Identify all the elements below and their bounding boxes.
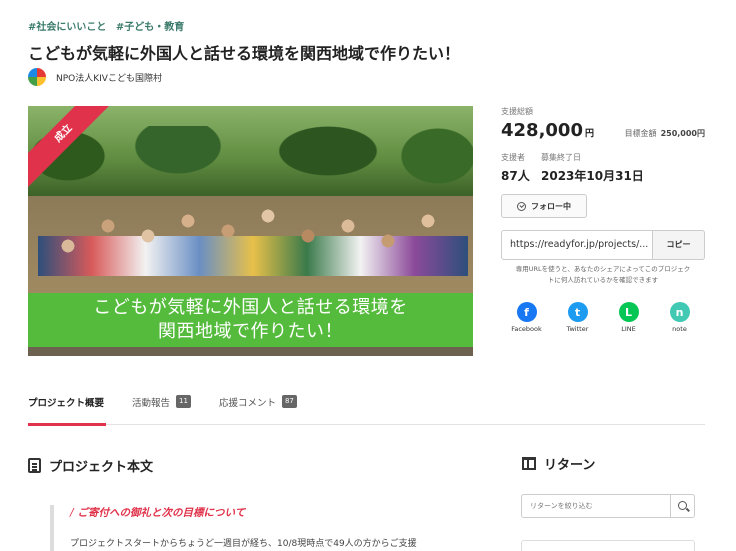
tab-activity-reports[interactable]: 活動報告 11 <box>132 395 191 424</box>
tab-support-comments[interactable]: 応援コメント 87 <box>219 395 297 424</box>
quote-bar-icon: / <box>70 507 74 519</box>
facebook-icon: f <box>516 302 537 322</box>
body-quote: / ご寄付への御礼と次の目標について プロジェクトスタートからちょうど一週目が経ち… <box>50 505 460 551</box>
share-url-row: https://readyfor.jp/projects/... コピー <box>501 230 705 260</box>
follow-button[interactable]: フォロー中 <box>501 194 587 218</box>
project-body-title: プロジェクト本文 <box>49 460 154 475</box>
check-circle-icon <box>517 201 526 211</box>
social-share-buttons: f Facebook t Twitter L LINE n note <box>501 302 705 333</box>
tab-overview[interactable]: プロジェクト概要 <box>28 395 107 426</box>
gift-icon <box>522 457 536 470</box>
deadline-label: 募集終了日 <box>541 153 581 162</box>
note-label: note <box>672 325 687 333</box>
return-card[interactable] <box>521 540 695 551</box>
share-url-field[interactable]: https://readyfor.jp/projects/... <box>501 230 653 260</box>
project-body-heading: プロジェクト本文 <box>28 456 153 475</box>
currency-unit: 円 <box>584 129 594 139</box>
facebook-label: Facebook <box>511 325 542 333</box>
total-label: 支援総額 <box>501 107 533 116</box>
project-sidebar: 支援総額 428,000 円 目標金額 250,000円 支援者 87人 募集終了日… <box>501 106 705 333</box>
project-tabs: プロジェクト概要 活動報告 11 応援コメント 87 <box>28 395 705 426</box>
note-icon: n <box>669 302 690 322</box>
returns-title: リターン <box>544 458 596 473</box>
activity-reports-count: 11 <box>176 395 191 408</box>
facebook-share-button[interactable]: f Facebook <box>507 302 547 333</box>
quote-heading: / ご寄付への御礼と次の目標について <box>70 505 460 520</box>
twitter-share-button[interactable]: t Twitter <box>558 302 598 333</box>
tab-support-comments-label: 応援コメント <box>218 398 276 409</box>
copy-button[interactable]: コピー <box>653 230 705 260</box>
returns-search <box>521 494 695 518</box>
line-share-button[interactable]: L LINE <box>609 302 649 333</box>
hero-banner-line1: こどもが気軽に外国人と話せる環境を <box>93 297 408 318</box>
total-amount-value: 428,000 <box>501 120 583 141</box>
total-amount: 428,000 円 <box>501 120 594 141</box>
deadline-value: 2023年10月31日 <box>541 169 644 183</box>
owner-name[interactable]: NPO法人KIVこども国際村 <box>56 71 162 84</box>
note-share-button[interactable]: n note <box>660 302 700 333</box>
line-icon: L <box>618 302 639 322</box>
goal-value: 250,000円 <box>660 129 705 138</box>
tab-overview-label: プロジェクト概要 <box>28 398 105 409</box>
owner-avatar[interactable] <box>28 68 46 86</box>
twitter-label: Twitter <box>566 325 589 333</box>
search-icon[interactable] <box>670 495 694 517</box>
goal-amount: 目標金額 250,000円 <box>625 128 705 139</box>
supporters-value: 87人 <box>501 169 530 183</box>
supporters-stat: 支援者 87人 <box>501 152 530 184</box>
goal-label: 目標金額 <box>624 129 657 138</box>
tag-children-education[interactable]: #子ども・教育 <box>116 22 184 33</box>
deadline-stat: 募集終了日 2023年10月31日 <box>541 152 644 184</box>
line-label: LINE <box>621 325 636 333</box>
hero-banner-line2: 関西地域で作りたい！ <box>158 321 343 342</box>
hero-image: こどもが気軽に外国人と話せる環境を 関西地域で作りたい！ 成立 <box>28 106 473 356</box>
returns-search-input[interactable] <box>522 495 670 517</box>
follow-label: フォロー中 <box>531 201 571 211</box>
hero-banner: こどもが気軽に外国人と話せる環境を 関西地域で作りたい！ <box>28 293 473 347</box>
support-comments-count: 87 <box>281 395 297 408</box>
hero-group-photo <box>38 166 468 276</box>
quote-heading-text: ご寄付への御礼と次の目標について <box>77 507 246 519</box>
share-note: 専用URLを使うと、あなたのシェアによってこのプロジェクトに何人訪れているかを確… <box>515 265 691 284</box>
twitter-icon: t <box>567 302 588 322</box>
returns-heading: リターン <box>522 454 595 473</box>
project-tags: #社会にいいこと #子ども・教育 <box>28 18 190 33</box>
tab-activity-reports-label: 活動報告 <box>132 398 171 409</box>
supporters-label: 支援者 <box>501 153 525 162</box>
tag-social[interactable]: #社会にいいこと <box>28 22 106 33</box>
project-title: こどもが気軽に外国人と話せる環境を関西地域で作りたい！ <box>28 44 461 63</box>
project-owner[interactable]: NPO法人KIVこども国際村 <box>28 68 162 86</box>
quote-body: プロジェクトスタートからちょうど一週目が経ち、10/8現時点で49人の方からご支… <box>70 539 417 549</box>
hero-bottom-strip <box>28 347 473 356</box>
document-icon <box>28 458 41 473</box>
